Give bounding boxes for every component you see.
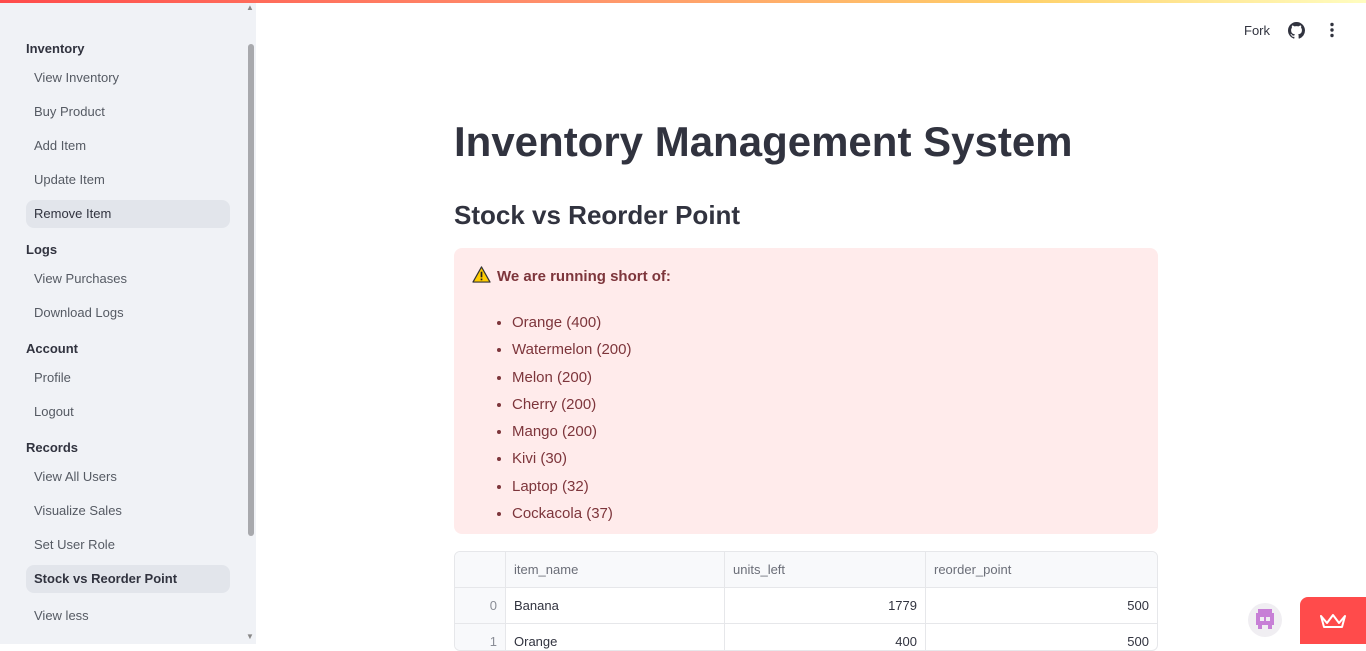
list-item: Watermelon (200) xyxy=(512,336,1140,363)
sidebar-section-account: Account xyxy=(26,341,78,356)
sidebar-item-view-purchases[interactable]: View Purchases xyxy=(26,265,230,293)
sidebar-scrollbar[interactable] xyxy=(248,44,254,536)
section-subtitle: Stock vs Reorder Point xyxy=(454,200,741,230)
bot-avatar-icon[interactable] xyxy=(1248,603,1282,637)
sidebar-item-download-logs[interactable]: Download Logs xyxy=(26,299,230,327)
table-row: 1 Orange 400 500 xyxy=(455,624,1157,650)
list-item: Laptop (32) xyxy=(512,473,1140,500)
units-left-cell[interactable]: 1779 xyxy=(725,588,926,623)
view-less-link[interactable]: View less xyxy=(26,602,230,630)
sidebar-item-visualize-sales[interactable]: Visualize Sales xyxy=(26,497,230,525)
sidebar-item-view-inventory[interactable]: View Inventory xyxy=(26,64,230,92)
alert-heading: We are running short of: xyxy=(497,268,671,285)
reorder-point-cell[interactable]: 500 xyxy=(926,624,1157,650)
item-name-cell[interactable]: Orange xyxy=(506,624,725,650)
sidebar-section-logs: Logs xyxy=(26,242,58,257)
units-left-cell[interactable]: 400 xyxy=(725,624,926,650)
sidebar-item-profile[interactable]: Profile xyxy=(26,364,230,392)
column-header-index[interactable] xyxy=(455,552,506,587)
sidebar-item-buy-product[interactable]: Buy Product xyxy=(26,98,230,126)
table-row: 0 Banana 1779 500 xyxy=(455,588,1157,624)
sidebar-item-stock-vs-reorder-point[interactable]: Stock vs Reorder Point xyxy=(26,565,230,593)
list-item: Kivi (30) xyxy=(512,445,1140,472)
streamlit-crown-icon[interactable] xyxy=(1300,597,1366,644)
sidebar-section-records: Records xyxy=(26,440,79,455)
top-decoration-bar xyxy=(0,0,1366,3)
fork-button[interactable]: Fork xyxy=(1244,23,1270,38)
table-header-row: item_name units_left reorder_point xyxy=(455,552,1157,588)
sidebar-item-add-item[interactable]: Add Item xyxy=(26,132,230,160)
sidebar-item-logout[interactable]: Logout xyxy=(26,398,230,426)
row-index-cell: 1 xyxy=(455,624,506,650)
list-item: Mango (200) xyxy=(512,418,1140,445)
sidebar-item-view-all-users[interactable]: View All Users xyxy=(26,463,230,491)
sidebar: ▲ ▼ Inventory View Inventory Buy Product… xyxy=(0,0,256,644)
scroll-up-arrow-icon[interactable]: ▲ xyxy=(246,3,254,12)
reorder-point-cell[interactable]: 500 xyxy=(926,588,1157,623)
item-name-cell[interactable]: Banana xyxy=(506,588,725,623)
warning-icon xyxy=(472,266,491,287)
more-options-icon[interactable] xyxy=(1322,20,1342,40)
sidebar-item-update-item[interactable]: Update Item xyxy=(26,166,230,194)
list-item: Melon (200) xyxy=(512,364,1140,391)
row-index-cell: 0 xyxy=(455,588,506,623)
sidebar-item-remove-item[interactable]: Remove Item xyxy=(26,200,230,228)
sidebar-section-inventory: Inventory xyxy=(26,41,85,56)
list-item: Cherry (200) xyxy=(512,391,1140,418)
column-header-item-name[interactable]: item_name xyxy=(506,552,725,587)
column-header-units-left[interactable]: units_left xyxy=(725,552,926,587)
list-item: Cockacola (37) xyxy=(512,500,1140,527)
list-item: Orange (400) xyxy=(512,309,1140,336)
alert-header: We are running short of: xyxy=(472,266,1140,287)
header-actions: Fork xyxy=(1244,20,1342,40)
github-icon[interactable] xyxy=(1286,20,1306,40)
page-title: Inventory Management System xyxy=(454,118,1073,165)
column-header-reorder-point[interactable]: reorder_point xyxy=(926,552,1157,587)
low-stock-list: Orange (400) Watermelon (200) Melon (200… xyxy=(472,309,1140,527)
stock-table[interactable]: item_name units_left reorder_point 0 Ban… xyxy=(454,551,1158,651)
low-stock-alert: We are running short of: Orange (400) Wa… xyxy=(454,248,1158,534)
scroll-down-arrow-icon[interactable]: ▼ xyxy=(246,632,254,641)
sidebar-item-set-user-role[interactable]: Set User Role xyxy=(26,531,230,559)
